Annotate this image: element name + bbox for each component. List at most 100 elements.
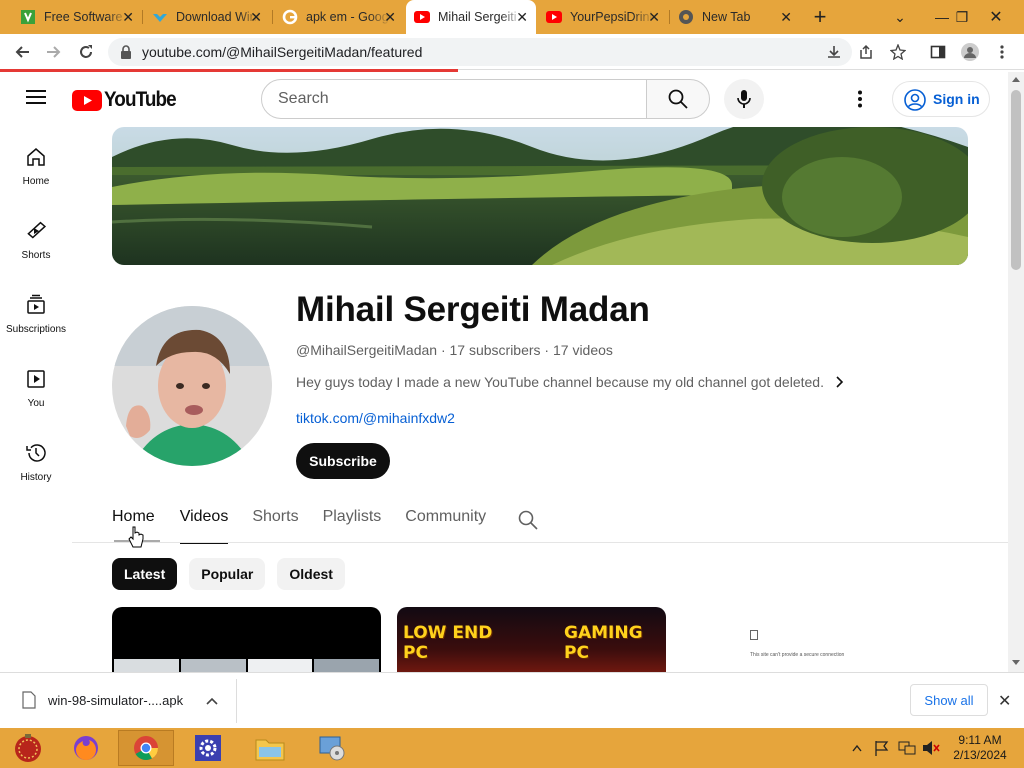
video-thumbnail[interactable]: LOW END PC GAMING PC: [397, 607, 666, 672]
clock-date: 2/13/2024: [953, 748, 1007, 762]
youtube-icon: [546, 9, 562, 25]
channel-description-text: Hey guys today I made a new YouTube chan…: [296, 374, 824, 390]
forward-icon[interactable]: [42, 40, 66, 64]
home-icon: [27, 148, 45, 166]
subscribe-button[interactable]: Subscribe: [296, 443, 390, 479]
scroll-up-icon[interactable]: [1012, 76, 1020, 82]
download-bar: win-98-simulator-....apk Show all ✕: [0, 672, 1024, 728]
chrome-taskbar-button[interactable]: [118, 730, 174, 766]
browser-tab-title: Free Software: [44, 10, 123, 24]
video-thumbnail[interactable]: [112, 607, 381, 672]
media-taskbar-button[interactable]: [304, 730, 360, 766]
green-download-icon: [20, 9, 36, 25]
channel-search-icon[interactable]: [518, 510, 538, 544]
tab-shorts[interactable]: Shorts: [252, 508, 298, 544]
youtube-logo[interactable]: YouTube: [72, 88, 184, 112]
channel-link[interactable]: tiktok.com/@mihainfxdw2: [296, 410, 455, 426]
system-clock[interactable]: 9:11 AM 2/13/2024: [950, 733, 1010, 763]
browser-tab-title: YourPepsiDrink: [570, 10, 654, 24]
browser-tab[interactable]: YourPepsiDrink ✕: [538, 0, 668, 34]
tray-chevron-up-icon[interactable]: [852, 744, 862, 752]
chrome-menu-icon[interactable]: [990, 40, 1014, 64]
browser-tab-title: Mihail Sergeiti: [438, 10, 517, 24]
masthead: YouTube Search Sign in: [0, 72, 1008, 126]
thumbnail-strip: [114, 659, 379, 672]
profile-icon[interactable]: [958, 40, 982, 64]
history-icon: [26, 444, 46, 462]
browser-tab[interactable]: Free Software ✕: [12, 0, 142, 34]
close-tab-icon[interactable]: ✕: [648, 9, 660, 26]
install-app-icon[interactable]: [822, 40, 846, 64]
close-tab-icon[interactable]: ✕: [516, 9, 528, 26]
address-bar[interactable]: youtube.com/@MihailSergeitiMadan/feature…: [108, 38, 852, 66]
folder-icon: [255, 739, 285, 761]
search-icon: [668, 89, 688, 109]
voice-search-button[interactable]: [724, 79, 764, 119]
tab-search-chevron-icon[interactable]: ⌄: [880, 0, 920, 34]
channel-avatar: [112, 306, 272, 466]
browser-tab[interactable]: New Tab ✕: [670, 0, 800, 34]
close-tab-icon[interactable]: ✕: [250, 9, 262, 26]
you-icon: [27, 370, 45, 388]
action-center-flag-icon[interactable]: [874, 740, 890, 756]
browser-tab-title: apk em - Google: [306, 10, 390, 24]
browser-tab[interactable]: apk em - Google ✕: [274, 0, 404, 34]
channel-description[interactable]: Hey guys today I made a new YouTube chan…: [296, 374, 844, 390]
hamburger-menu-icon[interactable]: [26, 89, 46, 110]
guide-item-history[interactable]: History: [0, 422, 72, 496]
url-text: youtube.com/@MihailSergeitiMadan/feature…: [142, 44, 423, 60]
scroll-down-icon[interactable]: [1012, 660, 1020, 666]
channel-banner: [112, 127, 968, 265]
guide-item-label: Shorts: [21, 250, 51, 261]
thumbnail-text-left: LOW END PC: [403, 623, 493, 663]
youtube-logo-icon: [72, 89, 102, 111]
sign-in-button[interactable]: Sign in: [892, 81, 990, 117]
search-input[interactable]: Search: [261, 79, 647, 119]
guide-item-home[interactable]: Home: [0, 126, 72, 200]
back-icon[interactable]: [10, 40, 34, 64]
file-explorer-taskbar-button[interactable]: [242, 730, 298, 766]
side-panel-icon[interactable]: [926, 40, 950, 64]
file-icon: [22, 691, 36, 709]
chip-oldest[interactable]: Oldest: [277, 558, 345, 590]
blue-download-icon: [152, 9, 168, 25]
guide-item-you[interactable]: You: [0, 348, 72, 422]
close-tab-icon[interactable]: ✕: [384, 9, 396, 26]
close-download-bar-icon[interactable]: ✕: [998, 691, 1011, 711]
account-icon: [904, 89, 926, 111]
show-all-button[interactable]: Show all: [910, 684, 988, 716]
firefox-taskbar-button[interactable]: [58, 730, 114, 766]
network-icon[interactable]: [898, 740, 916, 756]
youtube-page: YouTube Search Sign in Home Shorts Subsc…: [0, 72, 1008, 672]
start-button[interactable]: [0, 730, 56, 766]
lock-icon: [120, 45, 132, 62]
settings-kebab-icon[interactable]: [858, 90, 862, 113]
guide-item-subscriptions[interactable]: Subscriptions: [0, 274, 72, 348]
browser-tab[interactable]: Download WinRAR ✕: [144, 0, 270, 34]
close-tab-icon[interactable]: ✕: [780, 9, 792, 26]
media-player-icon: [319, 736, 345, 761]
volume-muted-icon[interactable]: [922, 740, 940, 756]
chrome-icon: [678, 9, 694, 25]
download-file-name[interactable]: win-98-simulator-....apk: [48, 693, 183, 708]
bookmark-star-icon[interactable]: [886, 40, 910, 64]
settings-taskbar-button[interactable]: [180, 730, 236, 766]
search-button[interactable]: [646, 79, 710, 119]
page-scrollbar[interactable]: [1008, 72, 1024, 672]
browser-tab-active[interactable]: Mihail Sergeiti ✕: [406, 0, 536, 34]
new-tab-icon[interactable]: +: [800, 0, 840, 34]
chip-latest[interactable]: Latest: [112, 558, 178, 590]
reload-icon[interactable]: [74, 40, 98, 64]
close-window-icon[interactable]: ✕: [976, 0, 1016, 34]
shorts-icon: [27, 221, 47, 239]
tab-community[interactable]: Community: [405, 508, 486, 544]
share-icon[interactable]: [854, 40, 878, 64]
video-thumbnail-error[interactable]: This site can't provide a secure connect…: [750, 630, 870, 670]
close-tab-icon[interactable]: ✕: [122, 9, 134, 26]
scrollbar-thumb[interactable]: [1011, 90, 1021, 270]
chip-popular[interactable]: Popular: [189, 558, 266, 590]
chevron-up-icon[interactable]: [206, 697, 218, 705]
guide-item-shorts[interactable]: Shorts: [0, 200, 72, 274]
tab-playlists[interactable]: Playlists: [323, 508, 382, 544]
tab-videos[interactable]: Videos: [179, 508, 228, 544]
